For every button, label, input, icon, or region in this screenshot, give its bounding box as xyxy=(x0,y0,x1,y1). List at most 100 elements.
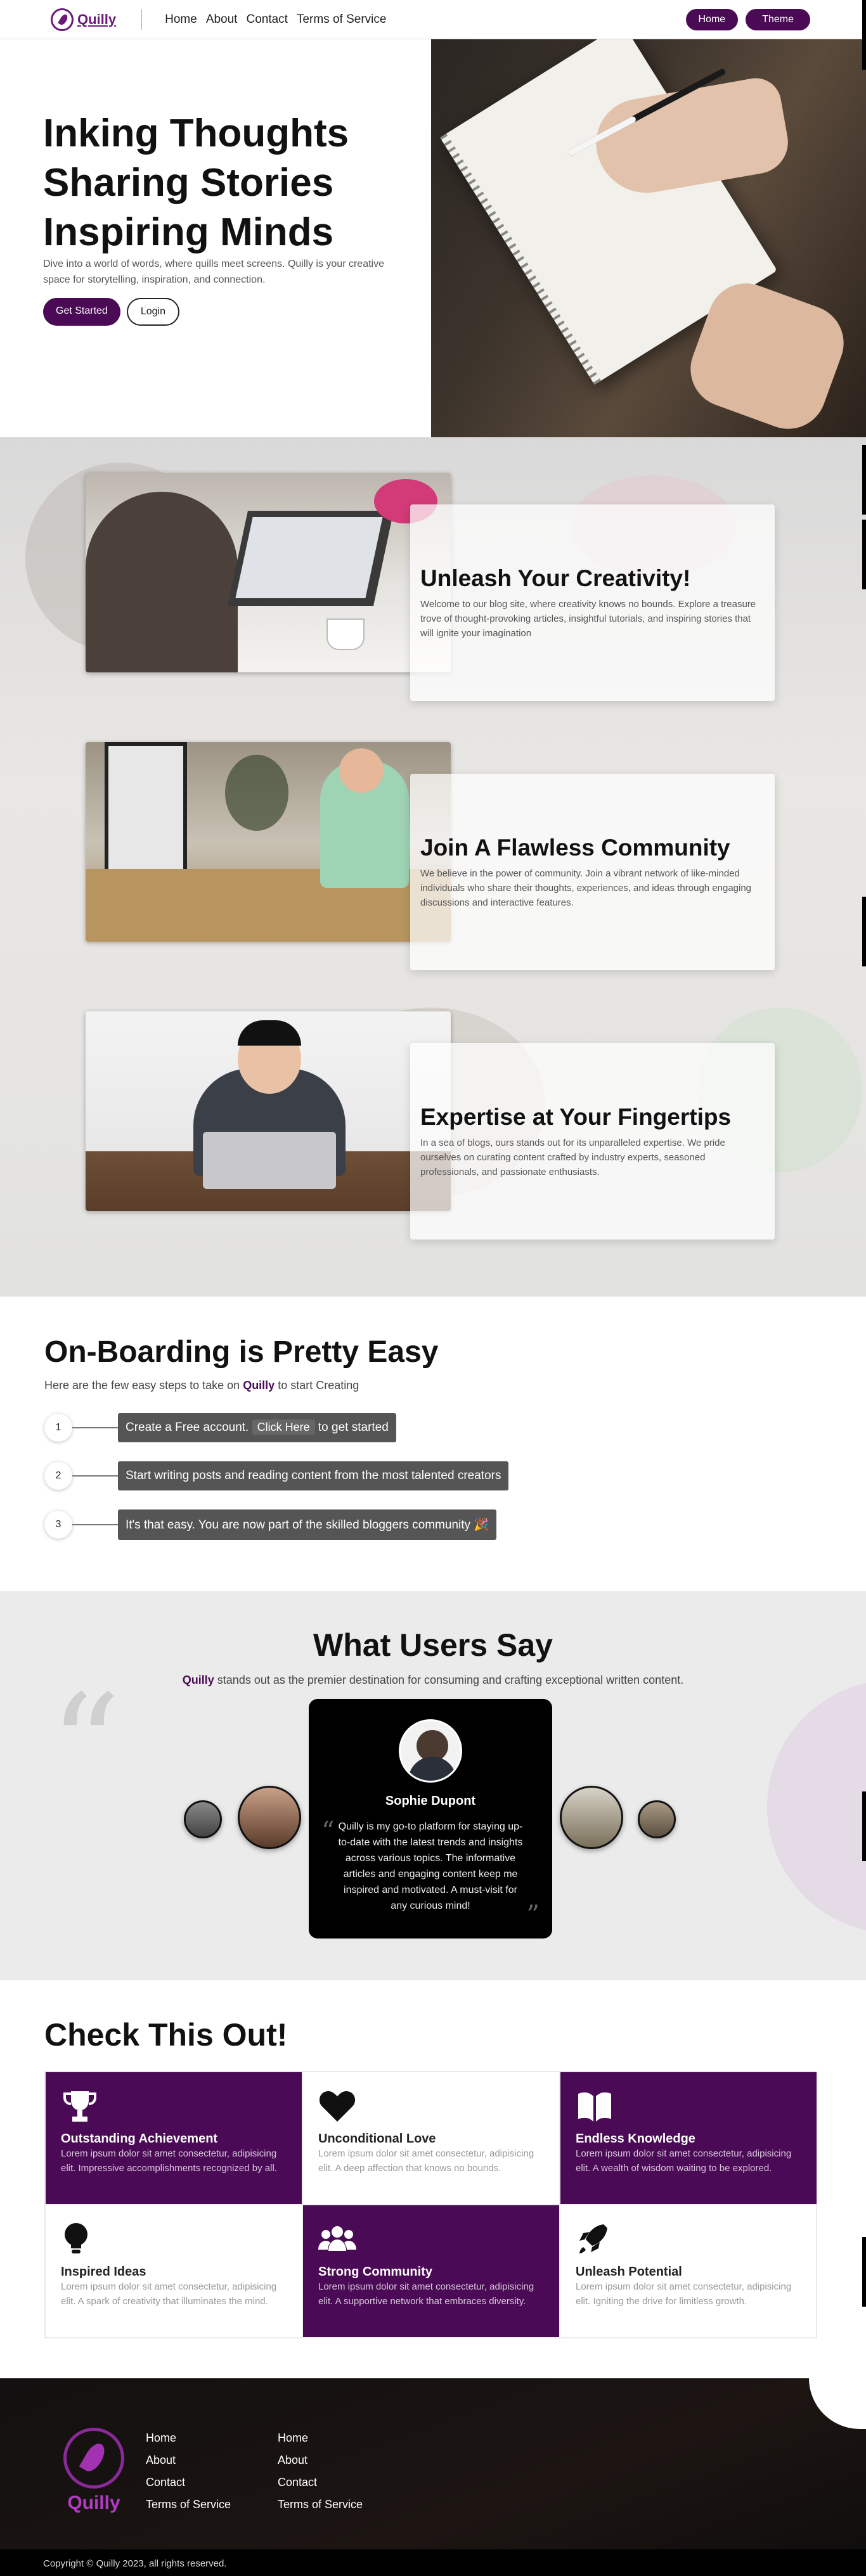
onboarding-subtitle: Here are the few easy steps to take on Q… xyxy=(44,1379,359,1392)
person-graphic xyxy=(86,492,238,672)
scroll-marker xyxy=(862,445,866,515)
footer-links-column: Home About Contact Terms of Service xyxy=(146,2432,231,2520)
step-number: 1 xyxy=(44,1414,72,1442)
onboarding-step: 1 Create a Free account. Click Here to g… xyxy=(44,1413,396,1442)
onboarding-section: On-Boarding is Pretty Easy Here are the … xyxy=(0,1297,866,1591)
feature-text-panel: Join A Flawless Community We believe in … xyxy=(410,774,775,970)
testimonial-avatar-small[interactable] xyxy=(638,1800,676,1838)
testimonial-card: Sophie Dupont Quilly is my go-to platfor… xyxy=(309,1699,552,1938)
footer-curve-shape xyxy=(809,2378,866,2429)
grid-card-text: Lorem ipsum dolor sit amet consectetur, … xyxy=(318,2281,534,2307)
nav-link-terms[interactable]: Terms of Service xyxy=(297,13,386,27)
laptop-graphic xyxy=(203,1132,336,1189)
feature-description: We believe in the power of community. Jo… xyxy=(420,868,752,908)
feature-image-laptop xyxy=(86,473,451,672)
face-graphic xyxy=(339,748,384,793)
step-number: 2 xyxy=(44,1462,72,1490)
feature-image-surprised xyxy=(86,1011,451,1211)
monitor-graphic xyxy=(105,742,187,881)
scroll-marker xyxy=(862,0,866,70)
hero-title: Inking Thoughts Sharing Stories Inspirin… xyxy=(43,109,449,257)
testimonial-quote: Quilly is my go-to platform for staying … xyxy=(338,1821,523,1911)
grid-card: Unconditional Love Lorem ipsum dolor sit… xyxy=(302,2072,560,2205)
grid-card: Strong Community Lorem ipsum dolor sit a… xyxy=(302,2205,560,2338)
feature-title: Expertise at Your Fingertips xyxy=(420,1104,732,1130)
hero-title-line2: Sharing Stories xyxy=(43,161,334,205)
scroll-marker xyxy=(862,520,866,589)
heart-icon xyxy=(318,2089,356,2124)
nav-link-contact[interactable]: Contact xyxy=(246,13,287,27)
login-button[interactable]: Login xyxy=(126,298,179,326)
step-content: Start writing posts and reading content … xyxy=(118,1461,509,1490)
grid-card: Outstanding Achievement Lorem ipsum dolo… xyxy=(45,2072,302,2205)
feature-text-panel: Unleash Your Creativity! Welcome to our … xyxy=(410,504,775,701)
hero-title-line3: Inspiring Minds xyxy=(43,210,334,254)
grid-card: Unleash Potential Lorem ipsum dolor sit … xyxy=(560,2205,817,2338)
theme-button[interactable]: Theme xyxy=(746,9,810,30)
quote-mark-icon: “ xyxy=(49,1665,121,1827)
step-connector xyxy=(72,1524,118,1525)
brand-name[interactable]: Quilly xyxy=(77,11,116,28)
onboarding-step: 3 It's that easy. You are now part of th… xyxy=(44,1509,496,1540)
footer-link-home[interactable]: Home xyxy=(278,2432,363,2445)
footer: Quilly Home About Contact Terms of Servi… xyxy=(0,2378,866,2576)
hero-title-line1: Inking Thoughts xyxy=(43,112,349,155)
feature-title: Unleash Your Creativity! xyxy=(420,565,691,591)
brand-highlight: Quilly xyxy=(243,1379,275,1392)
footer-links-column: Home About Contact Terms of Service xyxy=(278,2432,363,2520)
nav-link-about[interactable]: About xyxy=(206,13,238,27)
book-icon xyxy=(576,2089,614,2124)
quill-logo-icon xyxy=(51,8,74,31)
get-started-button[interactable]: Get Started xyxy=(43,298,120,326)
grid-card-title: Outstanding Achievement xyxy=(61,2132,218,2146)
testimonial-avatar[interactable] xyxy=(238,1786,301,1849)
footer-link-terms[interactable]: Terms of Service xyxy=(278,2498,363,2511)
onboarding-subtitle-text: to start Creating xyxy=(278,1379,359,1392)
footer-link-about[interactable]: About xyxy=(278,2454,363,2467)
grid-card: Endless Knowledge Lorem ipsum dolor sit … xyxy=(560,2072,817,2205)
home-button[interactable]: Home xyxy=(685,9,739,30)
check-title: Check This Out! xyxy=(44,2017,288,2053)
grid-card-text: Lorem ipsum dolor sit amet consectetur, … xyxy=(576,2148,792,2174)
footer-link-home[interactable]: Home xyxy=(146,2432,231,2445)
testimonials-title: What Users Say xyxy=(313,1627,553,1663)
click-here-link[interactable]: Click Here xyxy=(252,1419,315,1435)
quill-logo-icon xyxy=(63,2428,124,2489)
testimonials-section: “ What Users Say Quilly stands out as th… xyxy=(0,1591,866,1980)
testimonial-avatar-small[interactable] xyxy=(184,1800,222,1838)
nav-link-home[interactable]: Home xyxy=(165,13,197,27)
scroll-marker xyxy=(862,897,866,966)
grid-card-title: Inspired Ideas xyxy=(61,2265,146,2279)
testimonial-avatar[interactable] xyxy=(560,1786,623,1849)
avatar xyxy=(399,1719,462,1783)
plant-graphic xyxy=(225,755,288,831)
footer-link-contact[interactable]: Contact xyxy=(146,2476,231,2489)
nav-divider xyxy=(141,9,143,30)
hero-image-writing xyxy=(431,23,866,440)
laptop-screen-graphic xyxy=(235,517,383,598)
onboarding-title: On-Boarding is Pretty Easy xyxy=(44,1335,439,1369)
feature-grid: Outstanding Achievement Lorem ipsum dolo… xyxy=(44,2071,817,2338)
grid-card-text: Lorem ipsum dolor sit amet consectetur, … xyxy=(61,2148,277,2174)
footer-link-terms[interactable]: Terms of Service xyxy=(146,2498,231,2511)
footer-logo[interactable]: Quilly xyxy=(63,2428,124,2514)
footer-link-contact[interactable]: Contact xyxy=(278,2476,363,2489)
grid-card-title: Unleash Potential xyxy=(576,2265,682,2279)
brand-logo[interactable]: Quilly xyxy=(51,8,116,31)
bg-circle-shape xyxy=(767,1680,866,1933)
grid-card-title: Endless Knowledge xyxy=(576,2132,695,2146)
grid-card-text: Lorem ipsum dolor sit amet consectetur, … xyxy=(576,2281,792,2307)
step-content: It's that easy. You are now part of the … xyxy=(118,1509,496,1540)
step-text: to get started xyxy=(318,1421,389,1434)
feature-card-expertise: Expertise at Your Fingertips In a sea of… xyxy=(86,1011,775,1259)
onboarding-subtitle-text: Here are the few easy steps to take on xyxy=(44,1379,240,1392)
footer-link-about[interactable]: About xyxy=(146,2454,231,2467)
step-text: Create a Free account. xyxy=(126,1421,249,1434)
trophy-icon xyxy=(61,2089,99,2124)
scroll-marker xyxy=(862,1791,866,1861)
grid-card-title: Unconditional Love xyxy=(318,2132,436,2146)
feature-title: Join A Flawless Community xyxy=(420,835,730,861)
feature-text-panel: Expertise at Your Fingertips In a sea of… xyxy=(410,1043,775,1240)
users-icon xyxy=(318,2222,356,2257)
feature-description: Welcome to our blog site, where creativi… xyxy=(420,599,756,639)
